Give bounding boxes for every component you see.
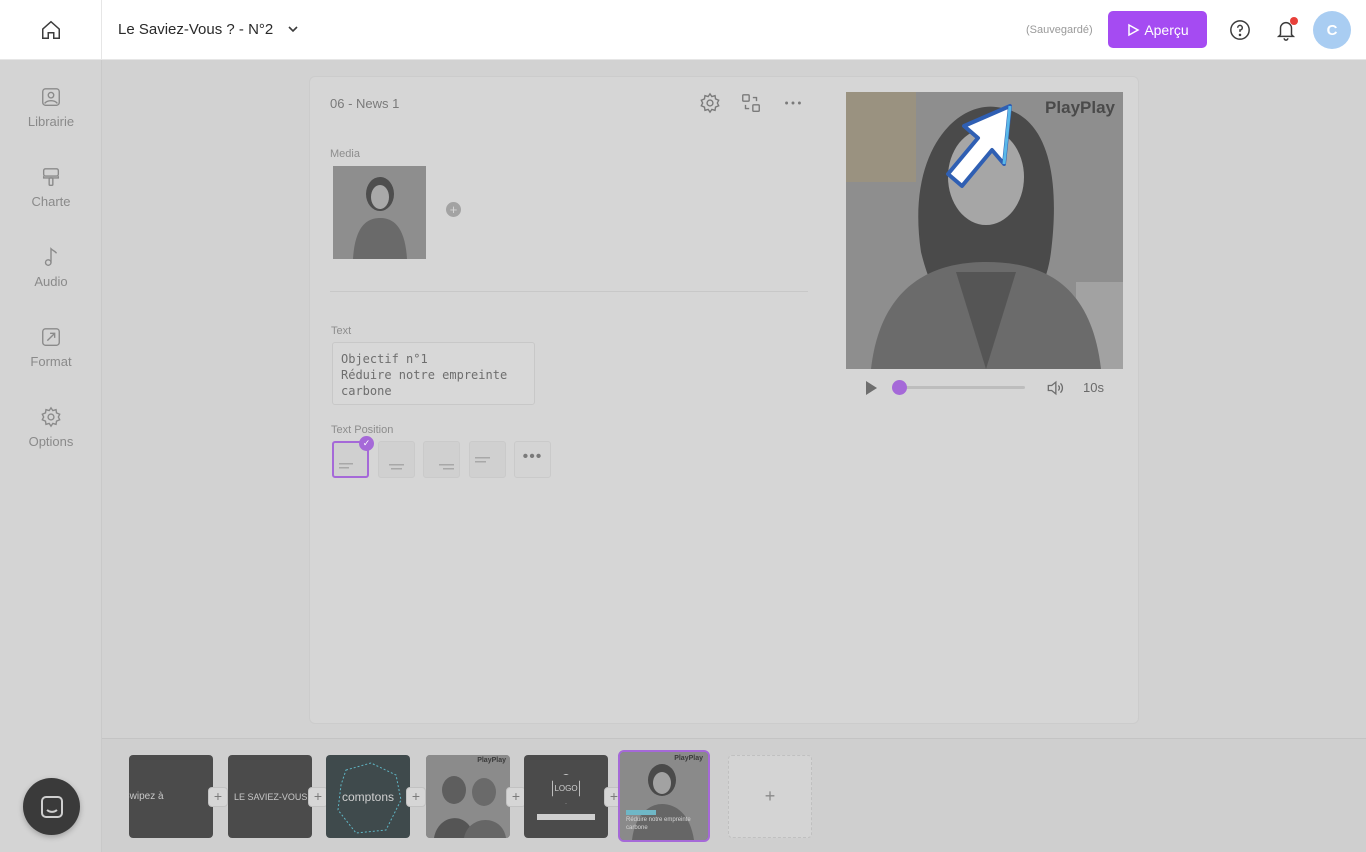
preview-button-label: Aperçu: [1144, 21, 1189, 38]
sidebar-item-label: Audio: [34, 274, 68, 289]
paint-roller-icon: [42, 168, 60, 186]
align-center-icon: [389, 464, 404, 470]
text-position-option-bottom-center[interactable]: [378, 441, 415, 478]
text-position-option-middle-left[interactable]: [469, 441, 506, 478]
sidebar-item-options[interactable]: Options: [0, 406, 102, 449]
notification-dot: [1290, 17, 1298, 25]
media-label: Media: [330, 148, 360, 160]
resize-icon: [42, 328, 60, 346]
sidebar-item-librairie[interactable]: Librairie: [0, 86, 102, 129]
timeline-clip[interactable]: LOGO: [524, 755, 608, 838]
chevron-down-icon[interactable]: [286, 22, 300, 36]
text-position-option-bottom-right[interactable]: [423, 441, 460, 478]
home-icon: [41, 20, 60, 39]
gear-icon: [41, 406, 61, 428]
sidebar-item-label: Format: [30, 354, 72, 369]
help-icon[interactable]: [1229, 19, 1251, 41]
cursor-arrow-overlay: [946, 104, 1012, 188]
text-position-label: Text Position: [331, 424, 394, 436]
clip-brand: PlayPlay: [674, 755, 703, 762]
timeline-clip[interactable]: LE SAVIEZ-VOUS ?: [228, 755, 312, 838]
text-line: Réduire notre empreinte: [341, 368, 508, 382]
timeline-clip[interactable]: Swipez à: [129, 755, 213, 838]
sidebar: Librairie Charte Audio Format Options: [0, 60, 102, 852]
play-icon[interactable]: [864, 380, 878, 396]
music-note-icon: [44, 247, 58, 266]
insert-slide-button[interactable]: +: [506, 787, 526, 807]
brand-watermark: PlayPlay: [1045, 98, 1115, 117]
selected-check-icon: ✓: [359, 436, 374, 451]
align-middle-icon: [475, 457, 490, 463]
sidebar-item-audio[interactable]: Audio: [0, 246, 102, 289]
clip-caption: Réduire notre empreinte carbone: [626, 817, 691, 831]
image-icon: [42, 88, 60, 106]
timeline-clip-selected[interactable]: PlayPlay Réduire notre empreinte carbone: [618, 750, 710, 842]
text-line: Objectif n°1: [341, 352, 428, 366]
chat-icon: [40, 795, 63, 818]
clip-caption: comptons: [341, 789, 395, 804]
text-label: Text: [331, 325, 352, 337]
more-options-icon[interactable]: [782, 92, 804, 114]
add-slide-button[interactable]: +: [728, 755, 812, 838]
top-bar: Le Saviez-Vous ? - N°2 (Sauvegardé) Aper…: [0, 0, 1366, 60]
add-media-button[interactable]: +: [446, 202, 461, 217]
timeline-clip[interactable]: PlayPlay: [426, 755, 510, 838]
project-title[interactable]: Le Saviez-Vous ? - N°2: [118, 21, 273, 38]
preview-button[interactable]: Aperçu: [1108, 11, 1207, 48]
sidebar-item-format[interactable]: Format: [0, 326, 102, 369]
timeline-clip[interactable]: comptons: [326, 755, 410, 838]
text-line: carbone: [341, 384, 392, 398]
avatar[interactable]: C: [1313, 11, 1351, 49]
sidebar-item-label: Charte: [31, 194, 71, 209]
more-positions-button[interactable]: •••: [514, 441, 551, 478]
save-status: (Sauvegardé): [1026, 24, 1093, 36]
clip-caption: LE SAVIEZ-VOUS ?: [234, 791, 312, 802]
clip-caption: Swipez à: [129, 791, 164, 802]
scrubber-handle[interactable]: [892, 380, 907, 395]
person-photo: [333, 166, 426, 259]
slide-name[interactable]: 06 - News 1: [330, 96, 399, 111]
gear-icon[interactable]: [699, 92, 721, 114]
play-icon: [1128, 23, 1140, 36]
media-thumbnail[interactable]: [333, 166, 426, 259]
sidebar-item-label: Options: [28, 434, 74, 449]
insert-slide-button[interactable]: +: [406, 787, 426, 807]
clip-brand: PlayPlay: [477, 757, 506, 764]
text-input[interactable]: Objectif n°1 Réduire notre empreinte car…: [332, 342, 535, 405]
insert-slide-button[interactable]: +: [308, 787, 328, 807]
sidebar-item-charte[interactable]: Charte: [0, 166, 102, 209]
logo-bar: [537, 813, 595, 820]
logo-placeholder: LOGO: [552, 773, 580, 804]
sidebar-item-label: Librairie: [27, 114, 75, 129]
align-right-icon: [439, 464, 454, 470]
volume-icon[interactable]: [1045, 378, 1065, 398]
swap-layout-icon[interactable]: [740, 92, 762, 114]
scrubber-track[interactable]: [895, 386, 1025, 389]
duration-label: 10s: [1083, 380, 1104, 395]
chat-launcher-button[interactable]: [23, 778, 80, 835]
divider: [330, 291, 808, 292]
people-photo: [426, 755, 510, 838]
insert-slide-button[interactable]: +: [208, 787, 228, 807]
home-button[interactable]: [0, 0, 102, 60]
clip-caption: LOGO: [554, 784, 578, 793]
